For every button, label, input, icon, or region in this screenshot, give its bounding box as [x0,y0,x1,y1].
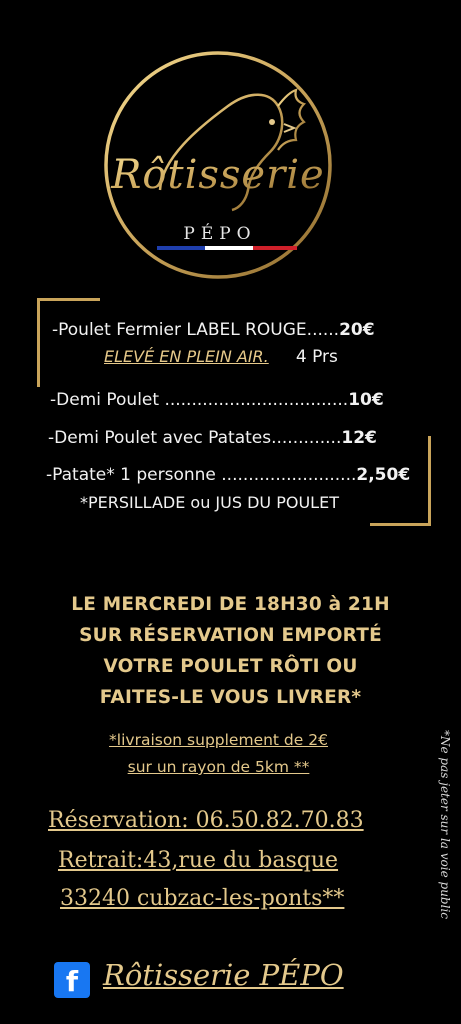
promo-line: LE MERCREDI DE 18H30 à 21H [71,594,390,615]
brand-subtitle: PÉPO [183,223,256,244]
frame-corner-top-left [37,298,100,387]
brand-name: Rôtisserie [110,152,324,198]
delivery-note: *livraison supplement de 2€ [109,731,328,749]
menu-item-label: -Demi Poulet ...........................… [50,390,349,410]
facebook-icon[interactable]: f [54,962,90,998]
flag-red [253,246,297,250]
menu-item-price: 10€ [348,390,384,410]
menu-item-label: -Poulet Fermier LABEL ROUGE...... [52,320,340,340]
menu-item-label: -Demi Poulet avec Patates............. [48,428,342,448]
reservation-phone[interactable]: Réservation: 06.50.82.70.83 [48,808,364,833]
menu-item-demi-poulet-patates: -Demi Poulet avec Patates.............12… [48,428,377,448]
raised-outdoors-note: ELEVÉ EN PLEIN AIR. [104,347,269,366]
menu-item-price: 2,50€ [356,465,411,485]
menu-item-patate: -Patate* 1 personne ....................… [46,465,410,485]
facebook-page-link[interactable]: Rôtisserie PÉPO [103,958,344,992]
pickup-address: Retrait:43,rue du basque [58,848,339,873]
menu-item-note: *PERSILLADE ou JUS DU POULET [80,493,339,512]
menu-item-note: ELEVÉ EN PLEIN AIR. 4 Prs [104,347,338,367]
menu-item-poulet-fermier: -Poulet Fermier LABEL ROUGE......20€ [52,320,375,340]
promo-line: FAITES-LE VOUS LIVRER* [99,687,362,708]
promo-line: VOTRE POULET RÔTI OU [103,656,358,677]
rotisserie-logo: Rôtisserie PÉPO [104,51,332,279]
menu-item-price: 20€ [339,320,375,340]
menu-item-price: 12€ [341,428,377,448]
menu-item-demi-poulet: -Demi Poulet ...........................… [50,390,384,410]
portion-size: 4 Prs [295,347,338,367]
flag-blue [157,246,205,250]
side-note: *Ne pas jeter sur la voie public [438,730,452,920]
facebook-letter: f [65,965,79,998]
menu-item-label: -Patate* 1 personne ....................… [46,465,357,485]
flag-white [205,246,253,250]
promo-line: SUR RÉSERVATION EMPORTÉ [79,625,382,646]
delivery-note: sur un rayon de 5km ** [127,758,310,776]
pickup-city: 33240 cubzac-les-ponts** [60,886,345,911]
